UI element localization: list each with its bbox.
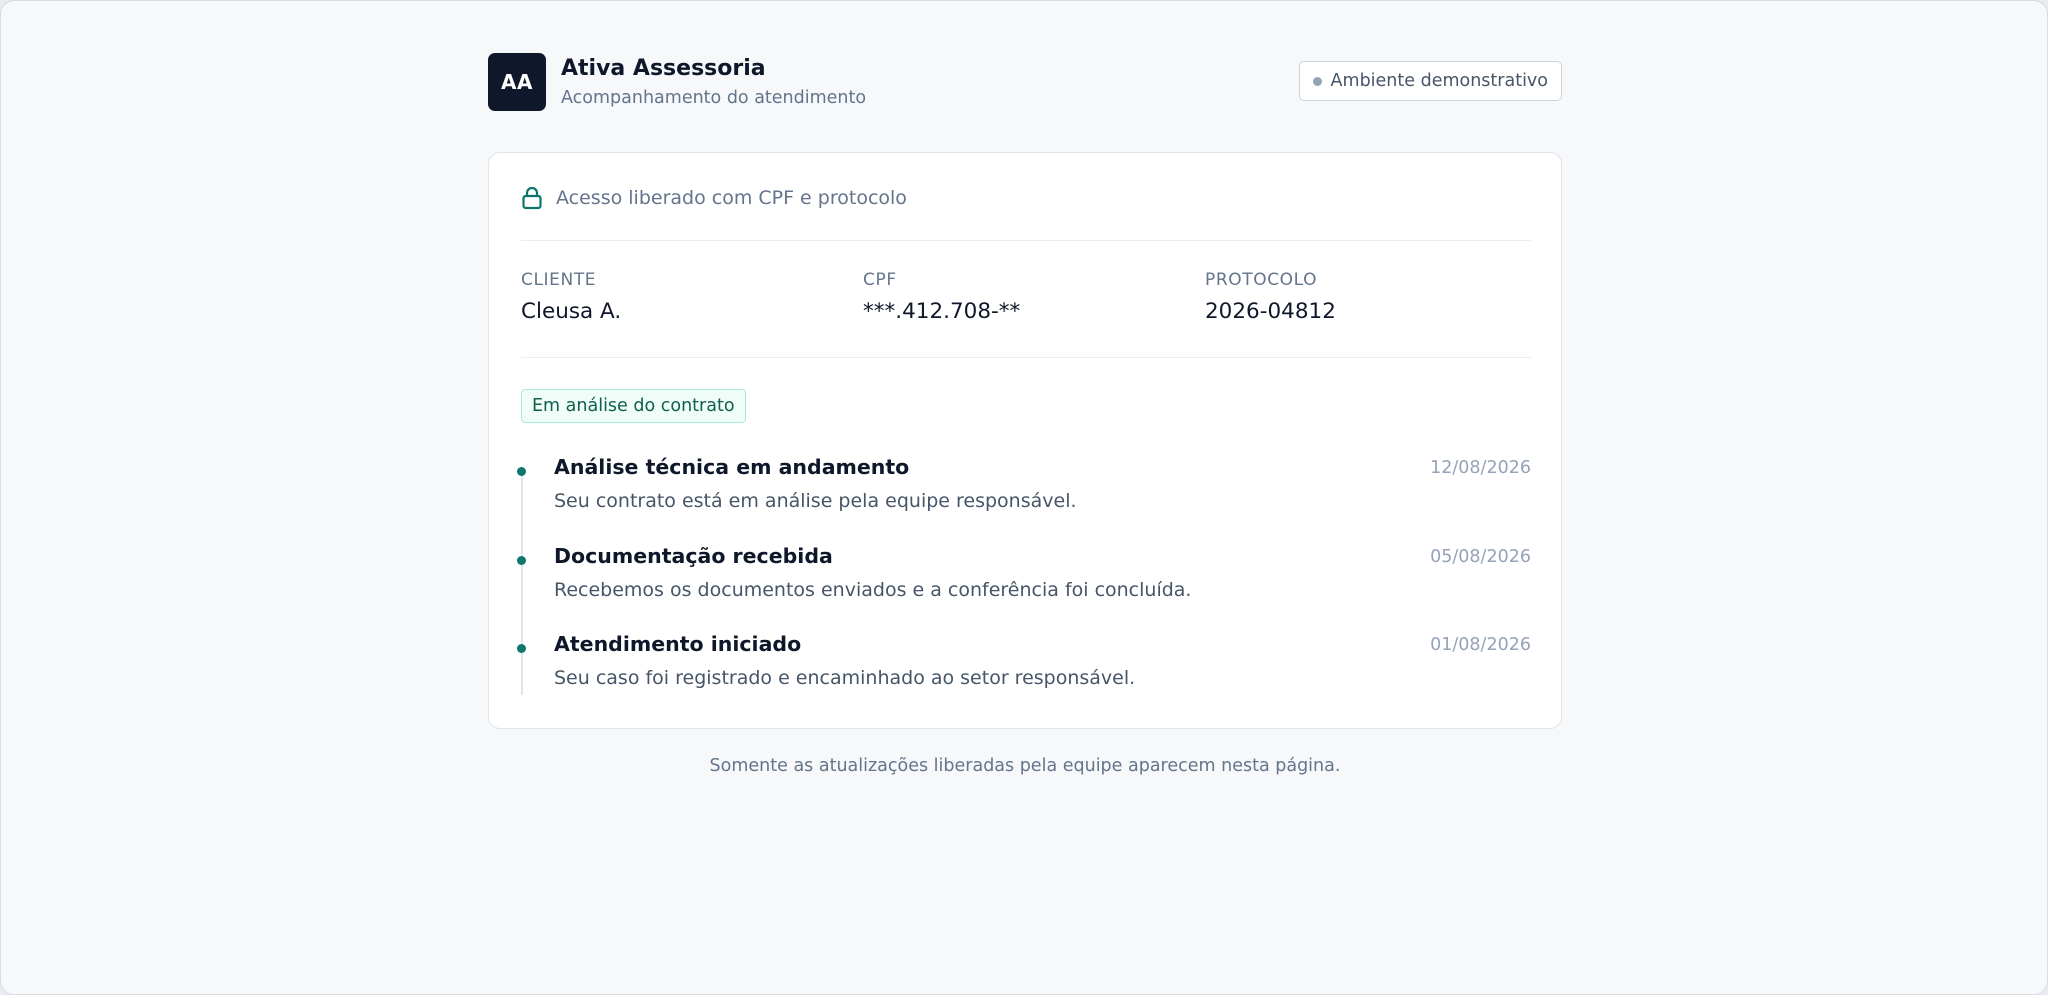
info-label: CPF — [863, 270, 897, 290]
info-value: ***.412.708-** — [863, 299, 1021, 324]
tracking-card: Acesso liberado com CPF e protocolo CLIE… — [488, 152, 1562, 729]
timeline-dot-icon — [517, 556, 526, 565]
timeline-description: Recebemos os documentos enviados e a con… — [554, 579, 1192, 601]
timeline-description: Seu caso foi registrado e encaminhado ao… — [554, 667, 1136, 689]
timeline-dot-icon — [517, 644, 526, 653]
timeline-title: Atendimento iniciado — [554, 632, 802, 656]
footnote: Somente as atualizações liberadas pela e… — [709, 756, 1341, 776]
divider — [521, 240, 1531, 241]
divider — [521, 357, 1531, 358]
access-notice: Acesso liberado com CPF e protocolo — [521, 186, 907, 210]
access-text: Acesso liberado com CPF e protocolo — [556, 187, 907, 209]
timeline-date: 12/08/2026 — [1430, 458, 1531, 478]
info-label: PROTOCOLO — [1205, 270, 1318, 290]
timeline-date: 01/08/2026 — [1430, 635, 1531, 655]
info-value: 2026-04812 — [1205, 299, 1336, 324]
timeline-title: Documentação recebida — [554, 544, 833, 568]
lock-icon — [522, 186, 542, 210]
timeline-title: Análise técnica em andamento — [554, 455, 910, 479]
timeline-item: Análise técnica em andamento Seu contrat… — [517, 455, 1531, 521]
main-container: AA Ativa Assessoria Acompanhamento do at… — [488, 53, 1562, 776]
timeline-dot-icon — [517, 467, 526, 476]
info-label: CLIENTE — [521, 270, 597, 290]
company-logo: AA — [488, 53, 546, 111]
status-dot-icon — [1312, 76, 1322, 86]
brand-subtitle: Acompanhamento do atendimento — [561, 88, 867, 108]
info-protocol: PROTOCOLO 2026-04812 — [1205, 270, 1336, 324]
info-client: CLIENTE Cleusa A. — [521, 270, 621, 324]
info-cpf: CPF ***.412.708-** — [863, 270, 1020, 324]
header: AA Ativa Assessoria Acompanhamento do at… — [488, 53, 1562, 111]
status-badge: Em análise do contrato — [521, 389, 746, 423]
app-window: AA Ativa Assessoria Acompanhamento do at… — [0, 0, 2048, 995]
info-value: Cleusa A. — [521, 299, 622, 324]
environment-badge-label: Ambiente demonstrativo — [1330, 71, 1548, 91]
timeline-date: 05/08/2026 — [1430, 547, 1531, 567]
environment-badge: Ambiente demonstrativo — [1298, 61, 1562, 101]
timeline-item: Documentação recebida Recebemos os docum… — [517, 544, 1531, 610]
timeline-description: Seu contrato está em análise pela equipe… — [554, 490, 1077, 512]
timeline-item: Atendimento iniciado Seu caso foi regist… — [517, 632, 1531, 698]
brand-name: Ativa Assessoria — [561, 56, 766, 81]
